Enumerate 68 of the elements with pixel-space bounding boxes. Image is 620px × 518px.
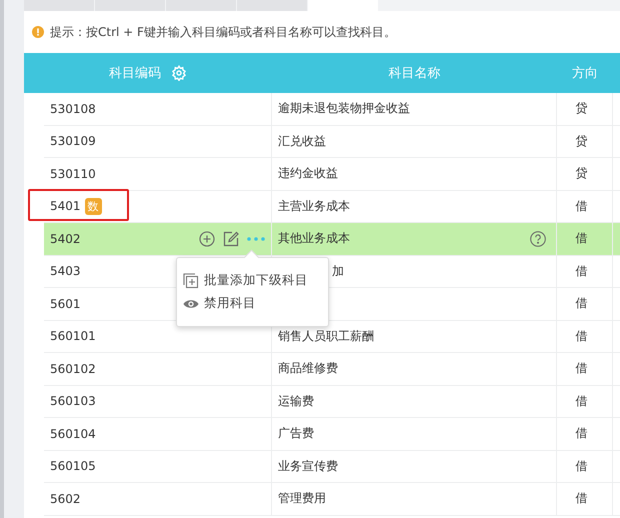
tab[interactable] xyxy=(166,0,236,11)
edit-icon[interactable] xyxy=(223,230,239,247)
menu-item[interactable]: 禁用科目 xyxy=(183,295,322,312)
table-cell: 530109 xyxy=(50,134,96,148)
table-cell-text: 借 xyxy=(576,295,588,312)
table-cell-text: 贷 xyxy=(576,132,588,150)
table-cell-text: 借 xyxy=(576,458,588,475)
hint-text: 提示：按Ctrl + F键并输入科目编码或者科目名称可以查找科目。 xyxy=(50,24,396,40)
tab[interactable] xyxy=(237,0,307,11)
add-icon[interactable] xyxy=(199,230,215,247)
table-cell-text: 借 xyxy=(576,392,588,410)
table-cell: 汇兑收益 xyxy=(278,132,326,150)
table-cell: 销售人员职工薪酬 xyxy=(278,328,374,345)
table-cell: 5401 xyxy=(50,199,81,214)
menu-item[interactable]: 批量添加下级科目 xyxy=(183,272,322,289)
table-cell: 560101 xyxy=(50,329,96,344)
table-cell: 5402 xyxy=(50,232,81,246)
table-cell-text: 借 xyxy=(576,328,588,345)
table-cell: 560104 xyxy=(50,426,96,441)
column-header: 科目编码 xyxy=(109,65,161,82)
column-header: 科目名称 xyxy=(388,65,440,82)
table-cell-text: 贷 xyxy=(576,165,588,182)
more-icon[interactable] xyxy=(247,236,265,241)
table-cell: 广告费 xyxy=(278,425,314,442)
table-row[interactable]: 560105 业务宣传费 借 xyxy=(44,450,620,483)
table-cell: 管理费用 xyxy=(278,490,326,508)
table-cell: 其他业务成本 xyxy=(278,230,350,248)
table-cell: 560105 xyxy=(50,459,96,474)
table-cell: 560103 xyxy=(50,394,96,408)
tab[interactable] xyxy=(95,0,165,11)
table-cell-text: 借 xyxy=(576,198,588,215)
tab[interactable] xyxy=(308,0,378,11)
table-cell: 530110 xyxy=(50,166,96,181)
tab[interactable] xyxy=(24,0,94,11)
table-cell: 530108 xyxy=(50,102,96,116)
table-cell-text: 借 xyxy=(576,230,588,248)
table-cell: 5403 xyxy=(50,264,81,278)
badge: 数 xyxy=(84,198,102,215)
table-row[interactable]: 5402 其他业务成本 借 xyxy=(44,223,620,256)
table-row[interactable]: 5401 数 主营业务成本 借 xyxy=(44,190,620,223)
table-cell: 560102 xyxy=(50,362,96,376)
column-header: 方向 xyxy=(572,65,598,82)
eye-icon xyxy=(183,298,199,310)
table-cell: 主营业务成本 xyxy=(278,198,350,215)
settings-icon[interactable] xyxy=(171,65,187,81)
table-cell-text: 借 xyxy=(576,360,588,378)
table-cell: 违约金收益 xyxy=(278,165,338,182)
table-row[interactable]: 560101 销售人员职工薪酬 借 xyxy=(44,320,620,353)
table-row[interactable]: 530109 汇兑收益 贷 xyxy=(44,126,620,158)
table-row[interactable]: 560102 商品维修费 借 xyxy=(44,353,620,386)
table-cell-text: 借 xyxy=(576,425,588,442)
table-row[interactable]: 560103 运输费 借 xyxy=(44,386,620,418)
table-cell: 5601 xyxy=(50,296,81,311)
table-cell: 商品维修费 xyxy=(278,360,338,378)
table-cell: 业务宣传费 xyxy=(278,458,338,475)
table-row[interactable]: 5602 管理费用 借 xyxy=(44,483,620,516)
table-cell: 运输费 xyxy=(278,392,314,410)
add-copy-icon xyxy=(183,272,199,288)
table-cell: 5602 xyxy=(50,492,81,506)
table-cell: 逾期未退包装物押金收益 xyxy=(278,100,410,118)
table-row[interactable]: 530108 逾期未退包装物押金收益 贷 xyxy=(44,93,620,126)
help-icon[interactable] xyxy=(530,230,546,247)
table-cell-text: 贷 xyxy=(576,100,588,118)
table-cell-text: 借 xyxy=(576,490,588,508)
info-icon xyxy=(32,26,44,38)
table-row[interactable]: 560104 广告费 借 xyxy=(44,418,620,450)
table-cell: 加 xyxy=(332,262,344,280)
table-cell-text: 借 xyxy=(576,262,588,280)
